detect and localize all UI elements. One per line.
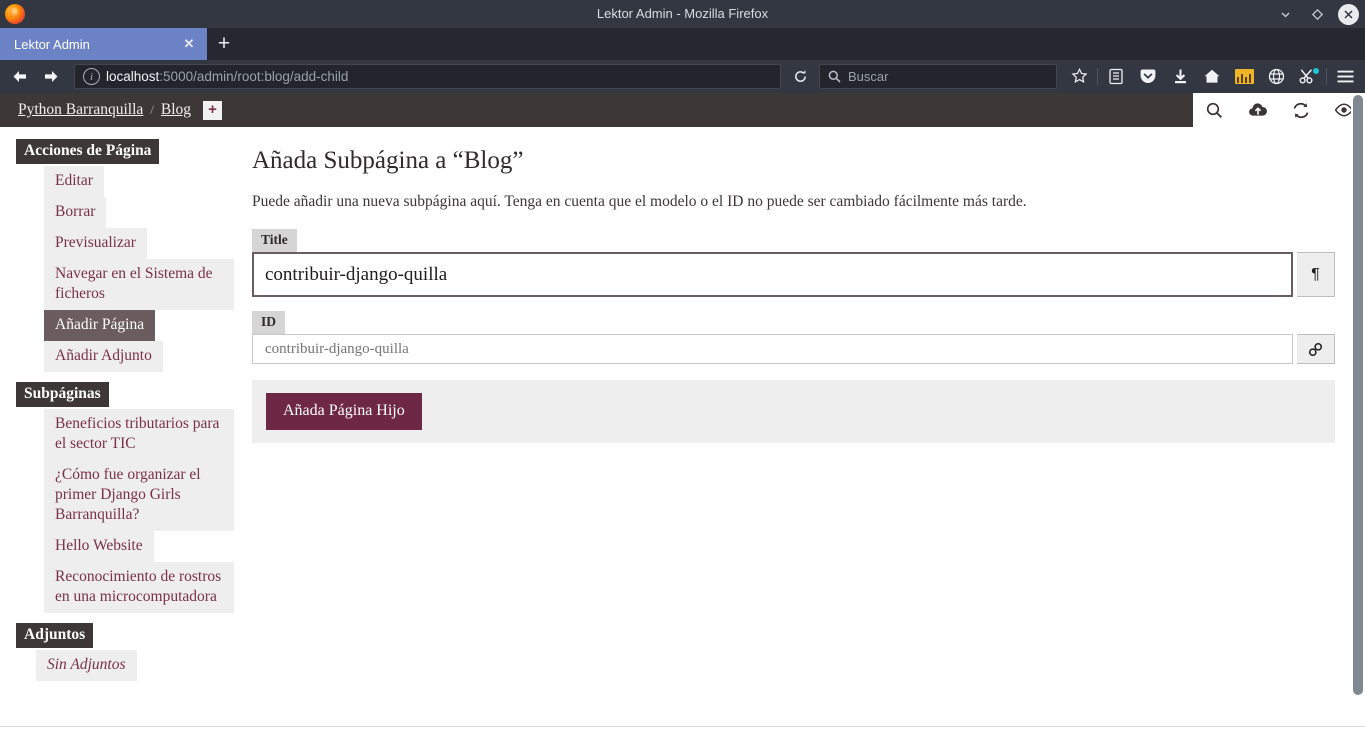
list-item: Beneficios tributarios para el sector TI… [16,409,246,460]
page-scrollbar[interactable] [1351,93,1365,733]
breadcrumb-add-button[interactable]: + [203,100,223,120]
list-item: Navegar en el Sistema de ficheros [16,259,246,310]
field-title: Title ¶ [252,229,1335,297]
sidebar-section-page-actions: Acciones de Página [16,139,160,164]
home-icon[interactable] [1196,63,1228,91]
breadcrumb-current[interactable]: Blog [161,101,191,119]
sidebar: Acciones de Página Editar Borrar Previsu… [0,127,246,733]
globe-icon[interactable] [1260,63,1292,91]
list-item: Sin Adjuntos [16,650,246,681]
list-item: ¿Cómo fue organizar el primer Django Gir… [16,460,246,531]
breadcrumb: Python Barranquilla / Blog + [0,93,1193,127]
breadcrumb-separator: / [150,102,154,117]
window-title: Lektor Admin - Mozilla Firefox [596,6,769,21]
library-icon[interactable] [1100,63,1132,91]
scissors-icon[interactable] [1292,63,1324,91]
info-icon[interactable]: i [83,68,100,85]
sidebar-subpage-hello-website[interactable]: Hello Website [44,531,154,562]
new-tab-button[interactable]: + [207,28,241,60]
list-item: Añadir Página [16,310,246,341]
field-title-label: Title [252,229,297,252]
search-icon [828,70,841,83]
sidebar-item-anadir-pagina[interactable]: Añadir Página [44,310,156,341]
browser-toolbar-icons [1063,63,1361,91]
sidebar-subpage-django-girls[interactable]: ¿Cómo fue organizar el primer Django Gir… [44,460,234,531]
id-input[interactable] [252,334,1293,364]
lektor-header-actions [1193,93,1365,127]
window-bottom-edge [0,726,1365,733]
tab-close-icon[interactable]: ✕ [179,34,199,54]
star-icon[interactable] [1063,63,1095,91]
ruler-glyph [1234,69,1254,84]
sidebar-item-navegar-ficheros[interactable]: Navegar en el Sistema de ficheros [44,259,234,310]
page-title: Añada Subpágina a “Blog” [252,147,524,174]
forward-button[interactable] [36,64,66,90]
ruler-icon[interactable] [1228,63,1260,91]
sidebar-section-subpages: Subpáginas [16,382,109,407]
header-refresh-icon[interactable] [1279,93,1322,127]
pilcrow-icon[interactable]: ¶ [1297,252,1335,297]
toolbar-divider [1097,68,1098,85]
field-title-row: ¶ [252,252,1335,297]
title-input[interactable] [252,252,1293,297]
lektor-header: Python Barranquilla / Blog + [0,93,1365,127]
field-id-row [252,334,1335,364]
list-item: Editar [16,166,246,197]
list-item: Añadir Adjunto [16,341,246,372]
url-host: localhost [106,69,160,84]
browser-navbar: i localhost:5000/admin/root:blog/add-chi… [0,60,1365,93]
url-bar[interactable]: i localhost:5000/admin/root:blog/add-chi… [74,64,781,89]
header-cloud-upload-icon[interactable] [1236,93,1279,127]
sidebar-attachments-empty: Sin Adjuntos [36,650,137,681]
sidebar-item-previsualizar[interactable]: Previsualizar [44,228,147,259]
submit-add-child-button[interactable]: Añada Página Hijo [266,393,422,430]
sidebar-attachments-list: Sin Adjuntos [16,650,246,681]
search-bar[interactable]: Buscar [819,64,1057,89]
window-titlebar: Lektor Admin - Mozilla Firefox [0,0,1365,28]
sidebar-subpage-beneficios-tributarios[interactable]: Beneficios tributarios para el sector TI… [44,409,234,460]
url-text: localhost:5000/admin/root:blog/add-child [106,69,348,84]
sidebar-item-borrar[interactable]: Borrar [44,197,107,228]
toolbar-divider-2 [1326,68,1327,85]
list-item: Hello Website [16,531,246,562]
breadcrumb-root[interactable]: Python Barranquilla [18,101,143,119]
list-item: Borrar [16,197,246,228]
scrollbar-thumb[interactable] [1353,95,1363,695]
sidebar-item-editar[interactable]: Editar [44,166,104,197]
tab-label: Lektor Admin [14,36,90,52]
page-description: Puede añadir una nueva subpágina aquí. T… [252,193,1027,210]
browser-tabstrip: Lektor Admin ✕ + [0,28,1365,60]
url-path: :5000/admin/root:blog/add-child [159,69,349,84]
list-item: Reconocimiento de rostros en una microco… [16,562,246,613]
list-item: Previsualizar [16,228,246,259]
form-footer: Añada Página Hijo [252,380,1335,443]
back-button[interactable] [4,64,34,90]
pocket-icon[interactable] [1132,63,1164,91]
sidebar-section-attachments: Adjuntos [16,623,94,648]
main-content: Añada Subpágina a “Blog” Puede añadir un… [246,127,1365,733]
search-placeholder: Buscar [848,69,889,84]
sidebar-subpages-list: Beneficios tributarios para el sector TI… [16,409,246,613]
close-button[interactable] [1338,3,1359,25]
sidebar-page-actions-list: Editar Borrar Previsualizar Navegar en e… [16,166,246,372]
hamburger-menu-icon[interactable] [1329,63,1361,91]
field-id: ID [252,311,1335,364]
firefox-logo [5,4,25,24]
minimize-button[interactable] [1274,3,1296,25]
reload-button[interactable] [786,64,814,89]
field-id-label: ID [252,311,286,334]
page-body: Acciones de Página Editar Borrar Previsu… [0,127,1365,733]
sidebar-subpage-reconocimiento-rostros[interactable]: Reconocimiento de rostros en una microco… [44,562,234,613]
sidebar-item-anadir-adjunto[interactable]: Añadir Adjunto [44,341,163,372]
notification-badge [1312,66,1320,75]
maximize-button[interactable] [1306,3,1328,25]
download-icon[interactable] [1164,63,1196,91]
header-search-icon[interactable] [1193,93,1236,127]
window-controls [1274,0,1365,28]
link-icon[interactable] [1297,334,1335,364]
browser-tab[interactable]: Lektor Admin ✕ [0,28,207,60]
